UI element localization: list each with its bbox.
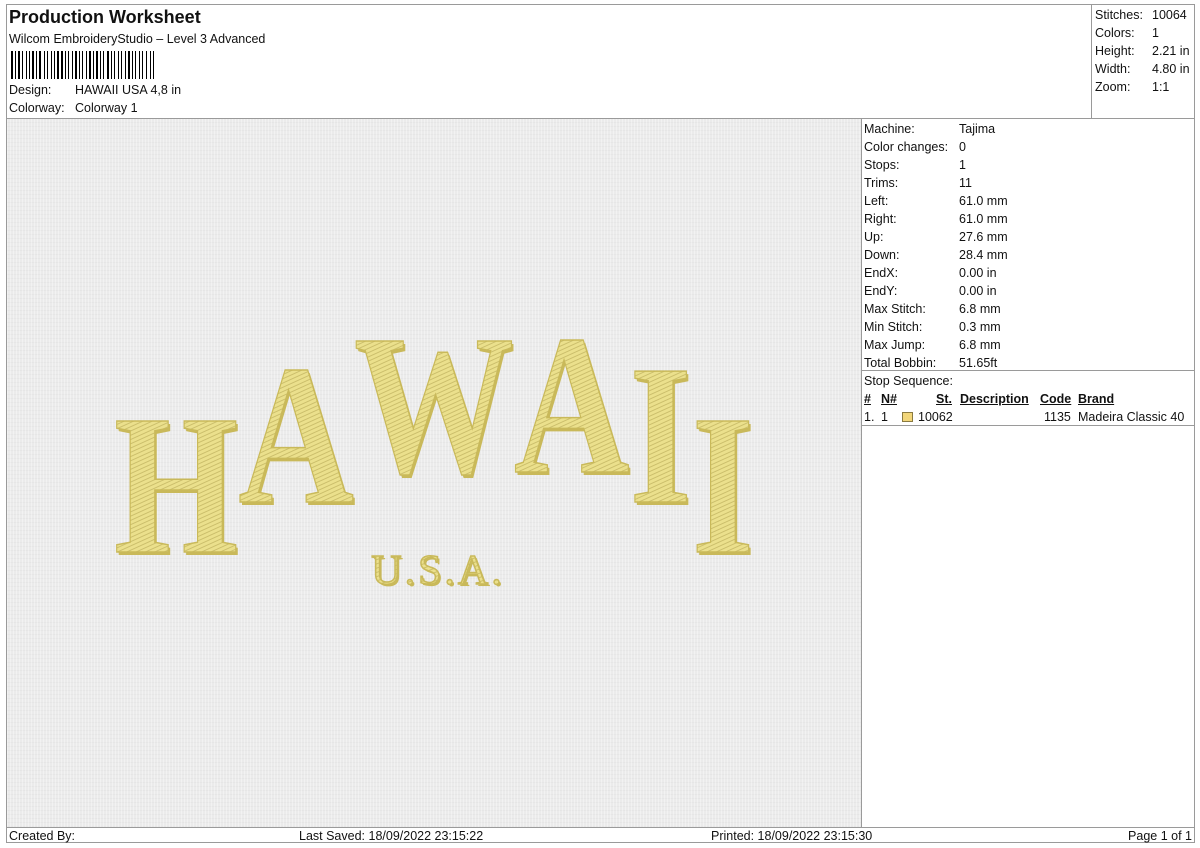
usa-text: U.S.A.	[371, 548, 505, 594]
production-worksheet: Production Worksheet Wilcom EmbroiderySt…	[6, 4, 1195, 843]
detail-row: Max Jump: 6.8 mm	[864, 338, 1001, 352]
printed-date: Printed: 18/09/2022 23:15:30	[711, 829, 873, 843]
colorway-label: Colorway:	[9, 101, 65, 115]
hawaii-letter: I	[692, 375, 754, 596]
col-stitches: St.	[936, 392, 952, 406]
detail-row: Color changes: 0	[864, 140, 966, 154]
detail-row: EndX: 0.00 in	[864, 266, 997, 280]
hawaii-letter: I	[629, 325, 691, 546]
stat-row: Colors: 1	[1095, 26, 1159, 40]
col-brand: Brand	[1078, 392, 1115, 406]
detail-row: Up: 27.6 mm	[864, 230, 1008, 244]
detail-row: Trims: 11	[864, 176, 972, 190]
barcode	[11, 51, 154, 79]
hawaii-letter: H	[114, 375, 238, 596]
last-saved: Last Saved: 18/09/2022 23:15:22	[299, 829, 484, 843]
page-title: Production Worksheet	[9, 7, 201, 27]
col-code: Code	[1040, 392, 1072, 406]
stat-row: Stitches: 10064	[1095, 8, 1187, 22]
stop-sequence-header: # N# St. Description Code Brand	[864, 390, 1195, 408]
design-preview: HAWAII HAWAII U.S.A. U.S.A.	[7, 119, 862, 827]
page-number: Page 1 of 1	[1128, 829, 1192, 843]
col-needle: N#	[881, 392, 897, 406]
col-number: #	[864, 392, 871, 406]
hawaii-letter: W	[354, 295, 514, 516]
design-stats: Stitches: 10064 Colors: 1 Height: 2.21 in W…	[1091, 5, 1195, 119]
detail-row: Left: 61.0 mm	[864, 194, 1008, 208]
embroidery-render: HAWAII HAWAII U.S.A. U.S.A.	[113, 295, 756, 600]
software-name: Wilcom EmbroideryStudio – Level 3 Advanc…	[9, 32, 266, 46]
design-row: Design: HAWAII USA 4,8 in	[9, 83, 181, 97]
detail-row: Machine: Tajima	[864, 122, 996, 136]
detail-row: EndY: 0.00 in	[864, 284, 997, 298]
worksheet-footer: Created By: Last Saved: 18/09/2022 23:15…	[7, 827, 1195, 843]
created-by: Created By:	[9, 829, 76, 843]
hawaii-letter: A	[238, 325, 354, 546]
stop-sequence-heading: Stop Sequence:	[864, 374, 953, 388]
table-row: 1. 1 10062 1135 Madeira Classic 40	[864, 410, 1185, 424]
col-description: Description	[960, 392, 1029, 406]
detail-row: Down: 28.4 mm	[864, 248, 1008, 262]
detail-row: Right: 61.0 mm	[864, 212, 1008, 226]
detail-row: Stops: 1	[864, 158, 966, 172]
embroidery-design: HAWAII HAWAII U.S.A. U.S.A.	[113, 295, 756, 600]
machine-details: Machine: Tajima Color changes: 0 Stops: 1 T…	[862, 119, 1195, 371]
worksheet-header: Production Worksheet Wilcom EmbroiderySt…	[7, 5, 1091, 119]
detail-row: Min Stitch: 0.3 mm	[864, 320, 1001, 334]
colorway-row: Colorway: Colorway 1	[9, 101, 138, 115]
thread-color-swatch	[902, 412, 913, 422]
detail-row: Max Stitch: 6.8 mm	[864, 302, 1001, 316]
hawaii-letter: A	[514, 295, 630, 516]
design-label: Design:	[9, 83, 52, 97]
design-name: HAWAII USA 4,8 in	[75, 83, 182, 97]
stat-row: Width: 4.80 in	[1095, 62, 1190, 76]
stat-row: Height: 2.21 in	[1095, 44, 1190, 58]
detail-row: Total Bobbin: 51.65ft	[864, 356, 998, 370]
stop-sequence: Stop Sequence: # N# St. Description Code…	[862, 371, 1195, 426]
stat-row: Zoom: 1:1	[1095, 80, 1170, 94]
colorway-name: Colorway 1	[75, 101, 138, 115]
